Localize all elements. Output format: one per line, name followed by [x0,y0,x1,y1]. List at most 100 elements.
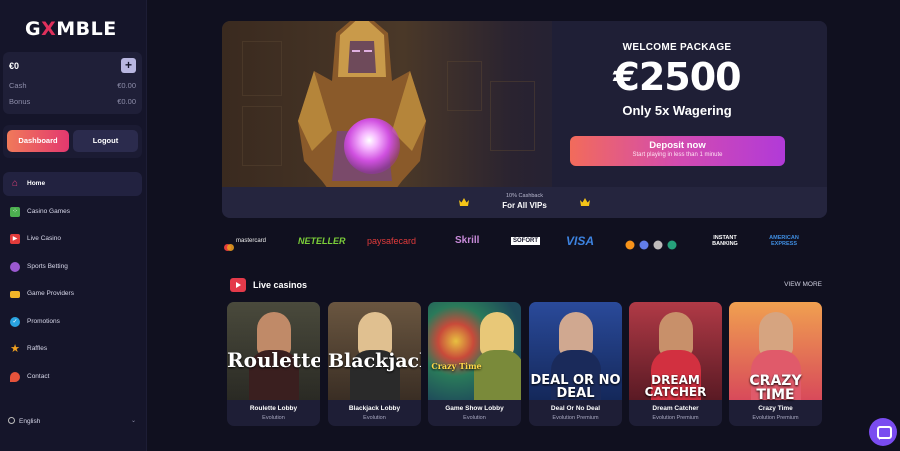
logout-button[interactable]: Logout [73,130,138,152]
add-funds-button[interactable]: + [121,58,136,73]
sidebar-item-home[interactable]: ⌂ Home [3,172,142,196]
globe-icon [8,417,15,424]
sofort-logo: SOFORT [511,237,540,245]
sidebar-item-raffles[interactable]: ★ Raffles [3,337,142,361]
game-provider: Evolution Premium [752,415,799,421]
view-more-link[interactable]: VIEW MORE [784,281,822,288]
instant-banking-logo: INSTANT BANKING [712,235,738,248]
bonus-label: Bonus [9,97,31,106]
star-icon: ★ [10,343,20,355]
crown-icon [580,198,590,206]
badge-icon: ✓ [10,316,20,327]
game-provider: Evolution Premium [652,415,699,421]
sidebar-item-label: Sports Betting [27,262,68,270]
dice-icon: ⁘ [10,206,20,217]
sidebar-item-sports-betting[interactable]: Sports Betting [3,255,142,279]
chevron-down-icon: ⌄ [130,418,136,424]
game-provider: Evolution [262,415,285,421]
game-name: Blackjack Lobby [348,405,401,412]
sidebar-item-label: Game Providers [27,290,74,297]
deposit-now-button[interactable]: Deposit now Start playing in less than 1… [570,136,785,166]
logo-text-mble: MBLE [56,18,117,40]
home-icon: ⌂ [11,178,19,189]
visa-logo: VISA [566,234,595,248]
game-card[interactable]: Blackjack Blackjack Lobby Evolution [328,302,421,426]
payment-methods-strip: mastercard NETELLER paysafecard Skrill S… [224,234,824,251]
sidebar-item-game-providers[interactable]: Game Providers [3,282,142,306]
crypto-coins-icons [625,237,677,255]
paysafecard-logo: paysafecard [367,236,417,246]
game-name: Deal Or No Deal [550,405,601,412]
cash-row: Cash €0.00 [9,81,136,90]
play-icon: ▶ [10,234,20,244]
sidebar-item-casino-games[interactable]: ⁘ Casino Games [3,200,142,224]
game-card[interactable]: Crazy Time Game Show Lobby Evolution [428,302,521,426]
logo[interactable]: GXMBLE [25,18,117,40]
sidebar-item-live-casino[interactable]: ▶ Live Casino [3,227,142,251]
game-title-art: Blackjack [328,350,421,372]
game-title-art: Crazy Time [431,361,482,371]
mastercard-logo [224,238,234,256]
bonus-amount: €2500 [613,55,741,99]
cash-label: Cash [9,81,27,90]
wallet-panel: €0 + Cash €0.00 Bonus €0.00 [3,52,142,114]
wagering-text: Only 5x Wagering [622,103,732,118]
game-card[interactable]: DREAM CATCHER Dream Catcher Evolution Pr… [629,302,722,426]
game-provider: Evolution Premium [552,415,599,421]
game-thumbnail: Blackjack [328,302,421,400]
game-thumbnail: DREAM CATCHER [629,302,722,400]
logo-text-x: X [41,18,57,40]
game-thumbnail: DEAL OR NO DEAL [529,302,622,400]
game-card[interactable]: Roulette Roulette Lobby Evolution [227,302,320,426]
welcome-package-label: WELCOME PACKAGE [622,42,732,53]
sidebar-item-label: Contact [27,372,50,380]
skrill-logo: Skrill [455,235,480,246]
pharaoh-illustration [298,21,426,201]
language-label: English [19,418,41,425]
section-title: Live casinos [253,280,308,290]
sidebar-item-label: Live Casino [27,235,61,242]
gamepad-icon [10,290,20,298]
welcome-banner[interactable]: WELCOME PACKAGE €2500 Only 5x Wagering D… [222,21,827,218]
live-chat-button[interactable] [869,418,897,446]
game-provider: Evolution [363,415,386,421]
vip-cashback-bar: 10% Cashback For All VIPs [222,187,827,218]
sidebar-item-contact[interactable]: Contact [3,365,142,389]
deposit-button-sublabel: Start playing in less than 1 minute [632,152,723,158]
sidebar-item-label: Home [27,180,46,187]
game-thumbnail: Crazy Time [428,302,521,400]
game-card[interactable]: CRAZY TIME Crazy Time Evolution Premium [729,302,822,426]
game-provider: Evolution [463,415,486,421]
game-name: Game Show Lobby [445,405,504,412]
sidebar-nav: ⌂ Home ⁘ Casino Games ▶ Live Casino Sports … [3,172,142,392]
game-name: Dream Catcher [652,405,699,412]
game-title-art: DREAM CATCHER [644,373,707,399]
mastercard-circles-icon [224,244,234,251]
sidebar-item-label: Casino Games [27,207,70,215]
account-buttons: Dashboard Logout [3,125,142,158]
mastercard-label: mastercard [236,238,267,244]
game-card[interactable]: DEAL OR NO DEAL Deal Or No Deal Evolutio… [529,302,622,426]
sidebar: GXMBLE €0 + Cash €0.00 Bonus €0.00 Dashboa… [0,0,147,451]
game-title-art: CRAZY TIME [749,373,802,403]
ball-icon [10,261,20,272]
sidebar-item-label: Promotions [27,317,60,325]
game-thumbnail: CRAZY TIME [729,302,822,403]
chat-icon [10,371,20,382]
dashboard-button[interactable]: Dashboard [7,130,69,152]
wallet-balance: €0 [9,61,20,71]
amex-logo: AMERICAN EXPRESS [769,235,799,248]
bonus-row: Bonus €0.00 [9,97,136,106]
cashback-small-text: 10% Cashback [506,193,543,199]
game-name: Roulette Lobby [249,405,298,412]
crypto-icon [625,240,677,250]
cashback-main-text: For All VIPs [502,201,547,210]
language-selector[interactable]: English ⌄ [8,417,136,425]
sidebar-item-promotions[interactable]: ✓ Promotions [3,310,142,334]
deposit-button-label: Deposit now [649,140,706,151]
glowing-orb [344,118,400,174]
game-title-art: DEAL OR NO DEAL [530,373,621,401]
live-casino-icon [230,278,246,292]
neteller-logo: NETELLER [298,236,346,246]
game-thumbnail: Roulette [227,302,320,400]
